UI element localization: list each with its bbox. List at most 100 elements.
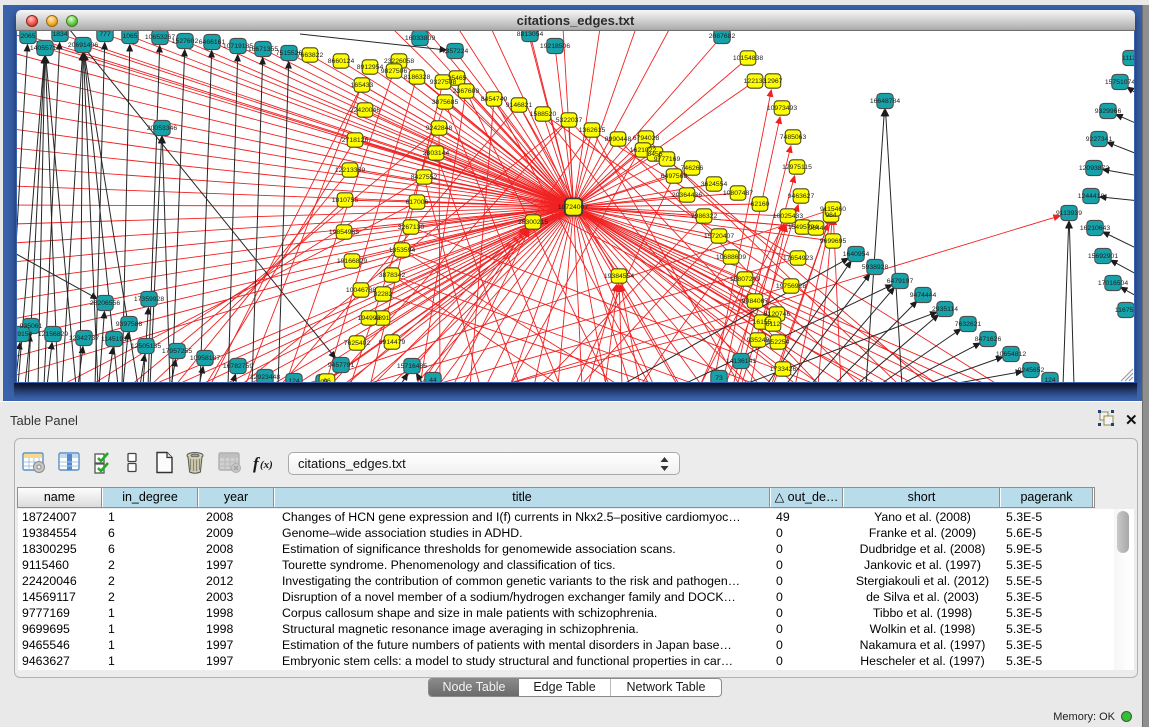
svg-text:16782759: 16782759 <box>223 363 253 370</box>
svg-text:19854985: 19854985 <box>329 229 359 236</box>
svg-text:8454749: 8454749 <box>481 96 508 103</box>
svg-text:20206556: 20206556 <box>90 300 120 307</box>
svg-text:19218506: 19218506 <box>540 43 570 50</box>
svg-text:14136141: 14136141 <box>726 358 756 365</box>
svg-text:18724007: 18724007 <box>558 204 588 211</box>
svg-text:15720407: 15720407 <box>704 233 734 240</box>
svg-text:10654812: 10654812 <box>996 351 1026 358</box>
svg-text:11123: 11123 <box>1122 55 1134 62</box>
svg-text:9084067: 9084067 <box>742 298 769 305</box>
svg-text:6120746: 6120746 <box>764 311 791 318</box>
svg-text:9227341: 9227341 <box>1086 136 1113 143</box>
svg-text:3267130: 3267130 <box>398 224 425 231</box>
svg-text:9777169: 9777169 <box>654 156 681 163</box>
svg-text:2065: 2065 <box>20 33 35 40</box>
svg-text:8813054: 8813054 <box>517 31 544 38</box>
svg-text:7632621: 7632621 <box>955 321 982 328</box>
svg-text:10046788: 10046788 <box>346 287 376 294</box>
svg-text:777: 777 <box>99 31 111 38</box>
svg-text:3875685: 3875685 <box>432 99 459 106</box>
svg-text:8471626: 8471626 <box>975 336 1002 343</box>
svg-text:12093872: 12093872 <box>1079 165 1109 172</box>
svg-text:10688609: 10688609 <box>716 254 746 261</box>
svg-text:20691406: 20691406 <box>68 42 98 49</box>
svg-text:9242848: 9242848 <box>426 125 453 132</box>
svg-text:2718126: 2718126 <box>342 137 369 144</box>
svg-text:14055714: 14055714 <box>30 45 60 52</box>
svg-text:19756928: 19756928 <box>776 283 806 290</box>
svg-text:194993: 194993 <box>358 315 381 322</box>
svg-text:9115460: 9115460 <box>820 206 846 213</box>
svg-text:1244418: 1244418 <box>1078 193 1105 200</box>
svg-text:19384554: 19384554 <box>604 273 634 280</box>
svg-text:16648784: 16648784 <box>870 98 900 105</box>
svg-text:16210643: 16210643 <box>1080 225 1110 232</box>
svg-text:10958187: 10958187 <box>190 355 220 362</box>
svg-text:1353594: 1353594 <box>389 247 416 254</box>
svg-text:44: 44 <box>429 377 437 382</box>
svg-text:124: 124 <box>288 378 300 382</box>
svg-text:9457791: 9457791 <box>328 362 355 369</box>
svg-text:935061: 935061 <box>20 323 43 330</box>
svg-text:9329966: 9329966 <box>1095 108 1122 115</box>
svg-text:23226058: 23226058 <box>384 58 414 65</box>
svg-text:15716485: 15716485 <box>397 363 427 370</box>
svg-text:8912954: 8912954 <box>357 64 384 71</box>
svg-text:(x): (x) <box>260 459 273 471</box>
svg-text:9397588: 9397588 <box>116 321 143 328</box>
svg-text:16033809: 16033809 <box>405 35 435 42</box>
svg-text:20364436: 20364436 <box>672 192 702 199</box>
svg-text:124: 124 <box>1044 377 1056 382</box>
svg-text:17654923: 17654923 <box>783 255 813 262</box>
svg-text:12967: 12967 <box>764 78 783 85</box>
svg-text:7625402: 7625402 <box>344 340 371 347</box>
svg-text:82282: 82282 <box>374 291 393 298</box>
svg-text:2087682: 2087682 <box>709 33 736 40</box>
svg-text:6497568: 6497568 <box>661 173 688 180</box>
svg-text:1733426: 1733426 <box>770 366 797 373</box>
svg-text:6466161: 6466161 <box>199 39 226 46</box>
svg-text:8427552: 8427552 <box>411 174 438 181</box>
svg-text:8990448: 8990448 <box>605 136 632 143</box>
svg-text:9146821: 9146821 <box>506 102 533 109</box>
svg-text:22420046: 22420046 <box>350 107 380 114</box>
svg-text:18807249: 18807249 <box>730 276 760 283</box>
svg-text:9474444: 9474444 <box>910 292 937 299</box>
svg-text:3878342: 3878342 <box>379 272 406 279</box>
svg-text:5322037: 5322037 <box>556 117 583 124</box>
svg-text:7357224: 7357224 <box>442 48 469 55</box>
svg-text:96: 96 <box>323 378 331 382</box>
svg-text:9327508: 9327508 <box>430 79 457 86</box>
svg-text:6112: 6112 <box>766 321 781 328</box>
svg-text:964: 964 <box>825 212 837 219</box>
svg-text:9699695: 9699695 <box>820 238 847 245</box>
svg-text:1588520: 1588520 <box>530 111 557 118</box>
svg-text:9644: 9644 <box>808 225 823 232</box>
svg-text:1527602: 1527602 <box>172 38 199 45</box>
svg-text:15751074: 15751074 <box>1105 79 1134 86</box>
svg-text:1362615: 1362615 <box>579 127 606 134</box>
svg-text:1640954: 1640954 <box>843 251 870 258</box>
svg-text:2803144: 2803144 <box>423 150 450 157</box>
svg-text:12342737: 12342737 <box>69 335 99 342</box>
svg-text:7485063: 7485063 <box>780 134 807 141</box>
svg-text:1145191: 1145191 <box>101 336 127 343</box>
svg-text:9463627: 9463627 <box>788 193 815 200</box>
svg-text:9113939: 9113939 <box>1056 210 1082 217</box>
svg-text:20053346: 20053346 <box>147 125 177 132</box>
svg-text:6479197: 6479197 <box>887 278 914 285</box>
svg-text:8186328: 8186328 <box>404 74 431 81</box>
svg-text:6914479: 6914479 <box>379 339 406 346</box>
svg-text:1810755: 1810755 <box>332 197 359 204</box>
svg-text:746266: 746266 <box>681 165 704 172</box>
svg-text:10154838: 10154838 <box>733 55 763 62</box>
svg-text:122133: 122133 <box>744 78 767 85</box>
svg-text:3624554: 3624554 <box>701 181 728 188</box>
svg-text:1834: 1834 <box>52 31 67 38</box>
svg-text:165433: 165433 <box>351 82 374 89</box>
svg-text:17957255: 17957255 <box>162 348 192 355</box>
svg-text:7663822: 7663822 <box>297 52 324 59</box>
svg-text:10025433: 10025433 <box>773 213 803 220</box>
svg-text:25300215: 25300215 <box>518 219 548 226</box>
svg-text:8660124: 8660124 <box>328 58 355 65</box>
